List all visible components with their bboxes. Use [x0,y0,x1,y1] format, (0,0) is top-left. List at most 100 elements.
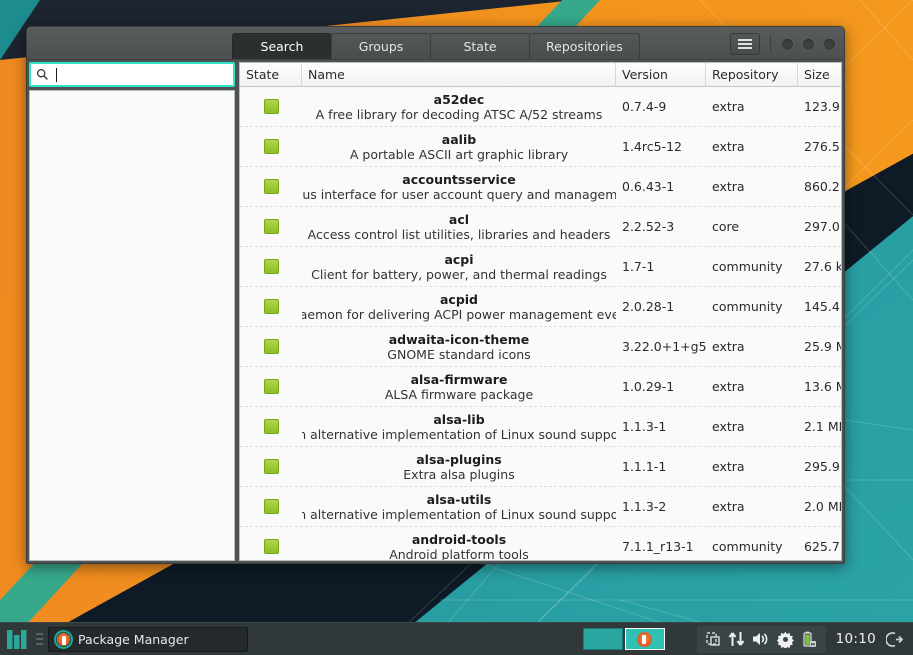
package-name-cell: aalibA portable ASCII art graphic librar… [302,127,616,166]
package-name: aalib [442,132,476,147]
search-input[interactable] [29,62,235,87]
package-name-cell: android-toolsAndroid platform tools [302,527,616,560]
search-caret [56,68,57,82]
volume-icon[interactable] [752,631,770,647]
package-name-cell: aclAccess control list utilities, librar… [302,207,616,246]
package-description: GNOME standard icons [387,347,530,362]
package-repository-cell: community [706,527,798,560]
tab-groups[interactable]: Groups [331,33,431,59]
column-header-state[interactable]: State [240,63,302,86]
package-version-cell: 1.1.3-2 [616,487,706,526]
state-installed-icon [264,339,279,354]
table-row[interactable]: aalibA portable ASCII art graphic librar… [240,127,841,167]
battery-icon[interactable] [801,631,817,648]
state-installed-icon [264,499,279,514]
settings-gear-icon[interactable] [777,631,794,648]
package-version-cell: 1.7-1 [616,247,706,286]
logout-icon[interactable] [886,631,913,648]
package-size-cell: 276.5 kB [798,127,841,166]
package-manager-window: Search Groups State Repositories [26,26,845,564]
table-row[interactable]: acpidA daemon for delivering ACPI power … [240,287,841,327]
tab-search-label: Search [261,39,304,54]
package-repository-cell: extra [706,367,798,406]
package-name: alsa-plugins [416,452,502,467]
package-state-cell[interactable] [240,367,302,406]
package-state-cell[interactable] [240,527,302,560]
table-row[interactable]: alsa-utilsAn alternative implementation … [240,487,841,527]
search-icon [36,68,49,81]
package-state-cell[interactable] [240,287,302,326]
package-description: An alternative implementation of Linux s… [302,507,616,522]
maximize-button[interactable] [802,38,815,51]
package-description: Android platform tools [389,547,529,561]
package-repository-cell: extra [706,327,798,366]
table-row[interactable]: alsa-pluginsExtra alsa plugins1.1.1-1ext… [240,447,841,487]
package-repository-cell: extra [706,407,798,446]
package-repository-cell: extra [706,127,798,166]
taskbar-item-package-manager[interactable]: Package Manager [48,627,248,652]
table-row[interactable]: alsa-firmwareALSA firmware package1.0.29… [240,367,841,407]
hamburger-icon[interactable] [730,33,760,55]
column-header-repository[interactable]: Repository [706,63,798,86]
column-header-name[interactable]: Name [302,63,616,86]
package-manager-icon [56,632,71,647]
package-version-cell: 3.22.0+1+g58 [616,327,706,366]
package-name-cell: a52decA free library for decoding ATSC A… [302,87,616,126]
workspace-2[interactable] [625,628,665,650]
table-row[interactable]: accountsserviceD-Bus interface for user … [240,167,841,207]
table-row[interactable]: acpiClient for battery, power, and therm… [240,247,841,287]
tab-repositories[interactable]: Repositories [529,33,640,59]
package-state-cell[interactable] [240,247,302,286]
package-version-cell: 1.0.29-1 [616,367,706,406]
tab-repositories-label: Repositories [546,39,623,54]
package-name: adwaita-icon-theme [389,332,529,347]
package-version-cell: 0.6.43-1 [616,167,706,206]
package-repository-cell: extra [706,447,798,486]
table-row[interactable]: alsa-libAn alternative implementation of… [240,407,841,447]
table-row[interactable]: aclAccess control list utilities, librar… [240,207,841,247]
package-state-cell[interactable] [240,327,302,366]
package-description: A daemon for delivering ACPI power manag… [302,307,616,322]
tab-groups-label: Groups [359,39,404,54]
package-state-cell[interactable] [240,87,302,126]
package-state-cell[interactable] [240,407,302,446]
table-row[interactable]: a52decA free library for decoding ATSC A… [240,87,841,127]
package-size-cell: 2.0 MB [798,487,841,526]
package-name-cell: acpidA daemon for delivering ACPI power … [302,287,616,326]
package-name-cell: alsa-utilsAn alternative implementation … [302,487,616,526]
package-repository-cell: community [706,287,798,326]
package-description: Access control list utilities, libraries… [308,227,611,242]
table-row[interactable]: adwaita-icon-themeGNOME standard icons 3.… [240,327,841,367]
workspace-window-thumb [637,632,652,647]
package-state-cell[interactable] [240,167,302,206]
package-description: A free library for decoding ATSC A/52 st… [316,107,603,122]
tab-search[interactable]: Search [232,33,332,59]
minimize-button[interactable] [781,38,794,51]
tab-state[interactable]: State [430,33,530,59]
package-size-cell: 297.0 kB [798,207,841,246]
panel-handle[interactable] [36,628,43,650]
workspace-1[interactable] [583,628,623,650]
package-name: accountsservice [402,172,515,187]
package-state-cell[interactable] [240,207,302,246]
package-size-cell: 145.4 kB [798,287,841,326]
package-state-cell[interactable] [240,127,302,166]
column-header-version[interactable]: Version [616,63,706,86]
column-header-size[interactable]: Size [798,63,841,86]
search-results-list[interactable] [29,90,235,561]
manjaro-logo-icon[interactable] [0,623,34,655]
package-description: D-Bus interface for user account query a… [302,187,616,202]
package-state-cell[interactable] [240,447,302,486]
table-row[interactable]: android-toolsAndroid platform tools7.1.1… [240,527,841,560]
clock[interactable]: 10:10 [826,631,886,647]
network-icon[interactable] [728,631,745,647]
package-name-cell: alsa-libAn alternative implementation of… [302,407,616,446]
state-installed-icon [264,179,279,194]
toolbar-divider [770,35,771,53]
window-body: State Name Version Repository Size a52de… [27,60,844,563]
close-button[interactable] [823,38,836,51]
package-description: Extra alsa plugins [403,467,514,482]
package-state-cell[interactable] [240,487,302,526]
clipboard-icon[interactable] [706,631,721,647]
state-installed-icon [264,139,279,154]
